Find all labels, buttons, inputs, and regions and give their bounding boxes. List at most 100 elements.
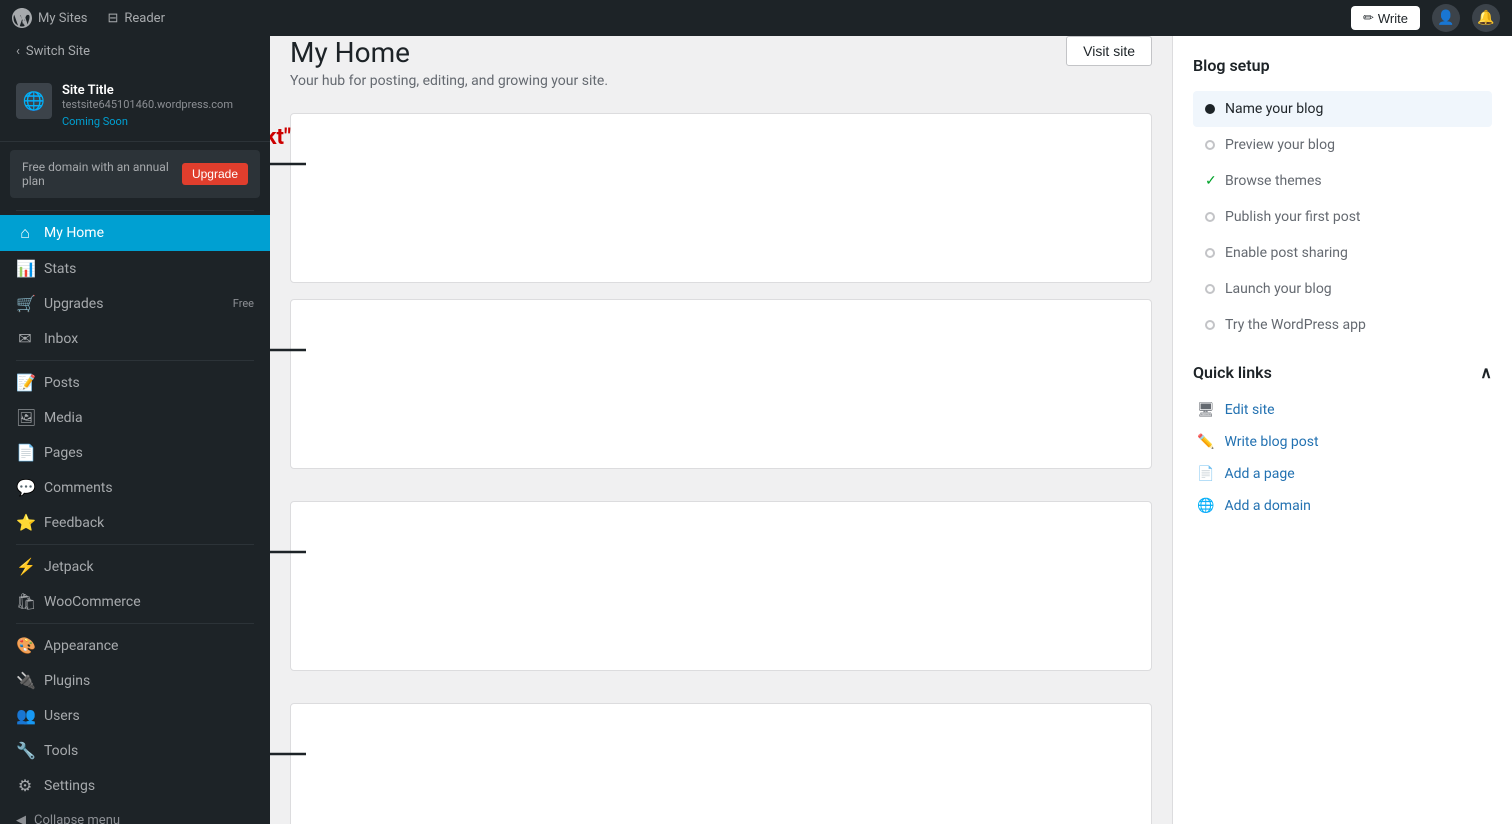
setup-label-publish: Publish your first post — [1225, 209, 1361, 225]
page-subtitle: Your hub for posting, editing, and growi… — [290, 73, 608, 89]
nav-divider-2 — [16, 360, 254, 361]
sidebar-item-tools[interactable]: 🔧 Tools — [0, 733, 270, 768]
pages-icon: 📄 — [16, 443, 34, 462]
sidebar-item-appearance[interactable]: 🎨 Appearance — [0, 628, 270, 663]
setup-label-app: Try the WordPress app — [1225, 317, 1366, 333]
annotation-section-2: Visa och lägg till inlägg, sidor och med… — [290, 299, 1152, 469]
setup-item-app[interactable]: Try the WordPress app — [1193, 307, 1492, 343]
coming-soon-badge: Coming Soon — [62, 115, 128, 128]
quick-link-label-add-domain: Add a domain — [1224, 498, 1310, 514]
sidebar-item-upgrades[interactable]: 🛒 Upgrades Free — [0, 286, 270, 321]
write-post-icon: ✏️ — [1197, 434, 1214, 450]
visit-site-button[interactable]: Visit site — [1066, 36, 1152, 66]
arrow-1-icon — [270, 144, 311, 184]
nav-label-pages: Pages — [44, 445, 83, 461]
feedback-icon: ⭐ — [16, 513, 34, 532]
nav-label-woocommerce: WooCommerce — [44, 594, 141, 610]
page-header: My Home Your hub for posting, editing, a… — [290, 36, 1152, 89]
posts-icon: 📝 — [16, 373, 34, 392]
nav-label-media: Media — [44, 410, 83, 426]
setup-item-name[interactable]: Name your blog — [1193, 91, 1492, 127]
add-page-icon: 📄 — [1197, 466, 1214, 482]
upgrades-icon: 🛒 — [16, 294, 34, 313]
collapse-quick-links-icon[interactable]: ∧ — [1480, 363, 1492, 382]
setup-item-preview[interactable]: Preview your blog — [1193, 127, 1492, 163]
quick-link-edit-site[interactable]: 🖥 Edit site — [1193, 394, 1492, 426]
annotation-section-1: Återgå till sidan "översikt" — [290, 113, 1152, 283]
quick-link-add-domain[interactable]: 🌐 Add a domain — [1193, 490, 1492, 522]
sidebar-item-woocommerce[interactable]: 🛍 WooCommerce — [0, 584, 270, 619]
edit-site-icon: 🖥 — [1197, 402, 1215, 418]
nav-label-users: Users — [44, 708, 80, 724]
sidebar-item-comments[interactable]: 💬 Comments — [0, 470, 270, 505]
sidebar-item-stats[interactable]: 📊 Stats — [0, 251, 270, 286]
switch-site-button[interactable]: ‹ Switch Site — [0, 36, 270, 67]
setup-label-name: Name your blog — [1225, 101, 1323, 117]
plugins-icon: 🔌 — [16, 671, 34, 690]
topbar: My Sites ⊟ Reader ✏ Write 👤 🔔 — [0, 0, 1512, 36]
reader-icon: ⊟ — [107, 11, 118, 26]
wp-logo-icon — [12, 8, 32, 28]
setup-item-browse[interactable]: ✓ Browse themes — [1193, 163, 1492, 199]
quick-link-add-page[interactable]: 📄 Add a page — [1193, 458, 1492, 490]
appearance-icon: 🎨 — [16, 636, 34, 655]
my-sites-link[interactable]: My Sites — [12, 8, 87, 28]
setup-item-sharing[interactable]: Enable post sharing — [1193, 235, 1492, 271]
upgrade-button[interactable]: Upgrade — [182, 163, 248, 185]
sidebar-item-posts[interactable]: 📝 Posts — [0, 365, 270, 400]
setup-dot-app — [1205, 320, 1215, 330]
write-button[interactable]: ✏ Write — [1351, 6, 1420, 30]
sidebar-item-media[interactable]: 🖼 Media — [0, 400, 270, 435]
quick-link-label-edit-site: Edit site — [1225, 402, 1275, 418]
site-header: 🌐 Site Title testsite645101460.wordpress… — [0, 67, 270, 142]
sidebar-item-feedback[interactable]: ⭐ Feedback — [0, 505, 270, 540]
page-title: My Home — [290, 36, 608, 69]
reader-label: Reader — [124, 11, 165, 26]
stats-icon: 📊 — [16, 259, 34, 278]
my-sites-label: My Sites — [38, 11, 87, 26]
notifications-icon[interactable]: 🔔 — [1472, 4, 1500, 32]
nav-divider-1 — [16, 210, 254, 211]
sidebar-item-settings[interactable]: ⚙ Settings — [0, 768, 270, 803]
sidebar: ‹ Switch Site 🌐 Site Title testsite64510… — [0, 36, 270, 824]
setup-item-launch[interactable]: Launch your blog — [1193, 271, 1492, 307]
collapse-menu-button[interactable]: ◀ Collapse menu — [0, 803, 270, 824]
quick-link-write-post[interactable]: ✏️ Write blog post — [1193, 426, 1492, 458]
comments-icon: 💬 — [16, 478, 34, 497]
users-icon: 👥 — [16, 706, 34, 725]
home-icon: ⌂ — [16, 223, 34, 243]
nav-label-my-home: My Home — [44, 225, 104, 241]
tools-icon: 🔧 — [16, 741, 34, 760]
arrow-2-icon — [270, 330, 311, 370]
annotation-section-3: Få åtkomst till temaanpassaren och alla … — [290, 501, 1152, 671]
sidebar-item-my-home[interactable]: ⌂ My Home — [0, 215, 270, 251]
sidebar-item-inbox[interactable]: ✉ Inbox — [0, 321, 270, 356]
blog-setup-title: Blog setup — [1193, 56, 1492, 75]
topbar-left: My Sites ⊟ Reader — [12, 8, 165, 28]
sidebar-item-users[interactable]: 👥 Users — [0, 698, 270, 733]
center-main: My Home Your hub for posting, editing, a… — [270, 36, 1172, 824]
upgrade-banner-text: Free domain with an annual plan — [22, 160, 182, 188]
topbar-right: ✏ Write 👤 🔔 — [1351, 4, 1500, 32]
setup-label-sharing: Enable post sharing — [1225, 245, 1348, 261]
arrow-4-icon — [270, 734, 311, 774]
inbox-icon: ✉ — [16, 329, 34, 348]
setup-label-preview: Preview your blog — [1225, 137, 1335, 153]
sidebar-item-jetpack[interactable]: ⚡ Jetpack — [0, 549, 270, 584]
quick-links-title: Quick links — [1193, 363, 1272, 382]
sidebar-item-pages[interactable]: 📄 Pages — [0, 435, 270, 470]
site-avatar: 🌐 — [16, 83, 52, 119]
reader-link[interactable]: ⊟ Reader — [107, 11, 165, 26]
pencil-icon: ✏ — [1363, 10, 1374, 26]
annotation-section-4: Visa och installera plugins och ladda up… — [290, 703, 1152, 824]
right-panel: Blog setup Name your blog Preview your b… — [1172, 36, 1512, 824]
sidebar-item-plugins[interactable]: 🔌 Plugins — [0, 663, 270, 698]
nav-divider-4 — [16, 623, 254, 624]
setup-label-launch: Launch your blog — [1225, 281, 1332, 297]
setup-item-publish[interactable]: Publish your first post — [1193, 199, 1492, 235]
nav-label-tools: Tools — [44, 743, 78, 759]
user-avatar[interactable]: 👤 — [1432, 4, 1460, 32]
nav-label-jetpack: Jetpack — [44, 559, 94, 575]
check-icon-browse: ✓ — [1205, 173, 1215, 189]
chevron-left-icon: ‹ — [16, 44, 20, 59]
